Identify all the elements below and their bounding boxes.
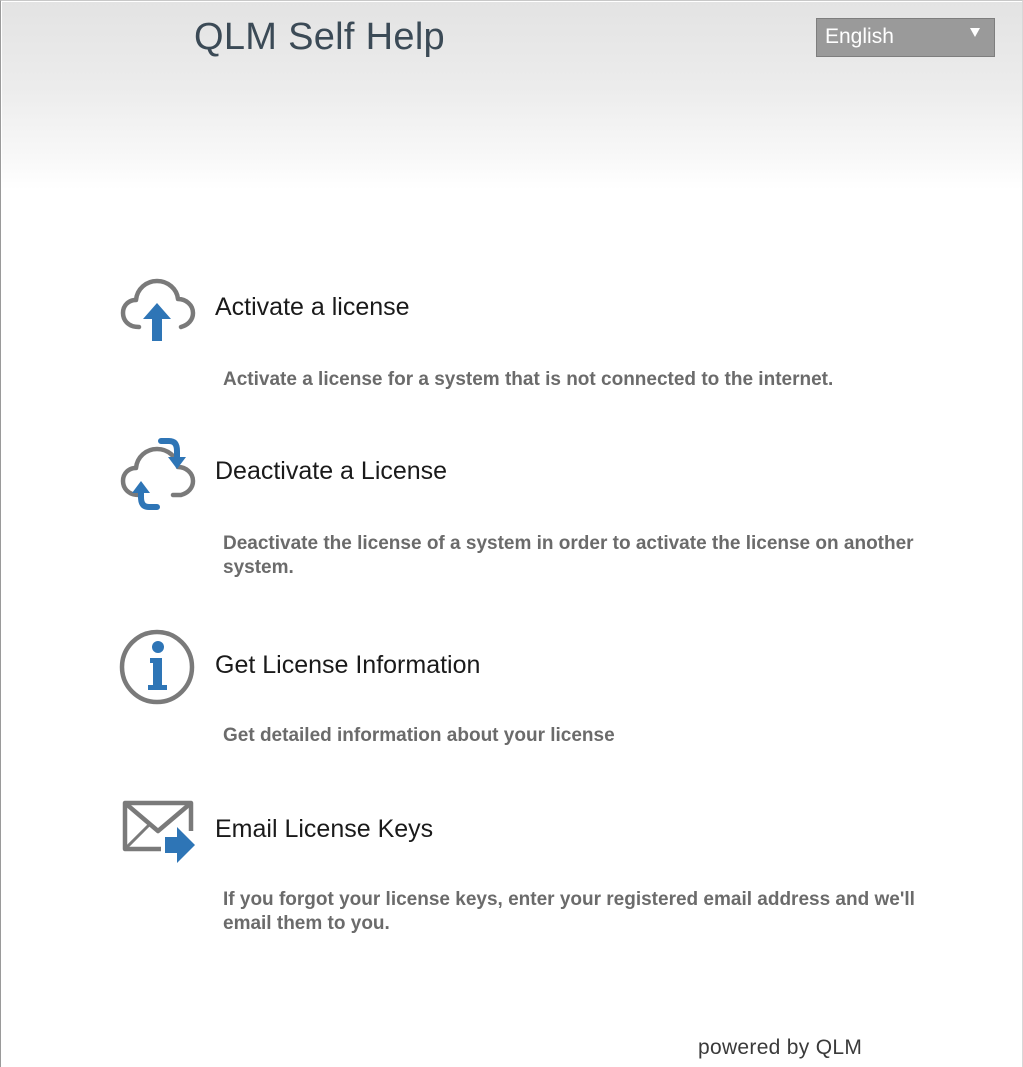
deactivate-license-description: Deactivate the license of a system in or… [223,533,914,578]
license-information-option[interactable]: Get License Information Get detailed inf… [117,627,977,757]
email-license-keys-title: Email License Keys [215,815,434,843]
info-icon [119,629,195,705]
email-license-keys-description: If you forgot your license keys, enter y… [223,889,915,934]
email-forward-icon [122,800,195,863]
language-select-value: English [825,25,894,48]
deactivate-license-title: Deactivate a License [215,457,448,485]
license-information-description: Get detailed information about your lice… [223,725,615,746]
page-frame: QLM Self Help English Activate a license… [0,0,1023,1067]
activate-license-description: Activate a license for a system that is … [223,369,834,390]
cloud-sync-icon [120,438,196,510]
deactivate-license-option[interactable]: Deactivate a License Deactivate the lice… [117,433,977,593]
header: QLM Self Help English [2,2,1022,190]
cloud-upload-icon [120,278,196,341]
email-license-keys-option[interactable]: Email License Keys If you forgot your li… [117,791,977,951]
activate-license-title: Activate a license [215,293,410,321]
caret-down-icon [970,28,980,37]
license-information-title: Get License Information [215,651,481,679]
activate-license-option[interactable]: Activate a license Activate a license fo… [117,269,977,390]
page-title: QLM Self Help [194,16,445,58]
language-select[interactable]: English [816,18,995,57]
powered-by-text: powered by QLM [698,1036,863,1059]
